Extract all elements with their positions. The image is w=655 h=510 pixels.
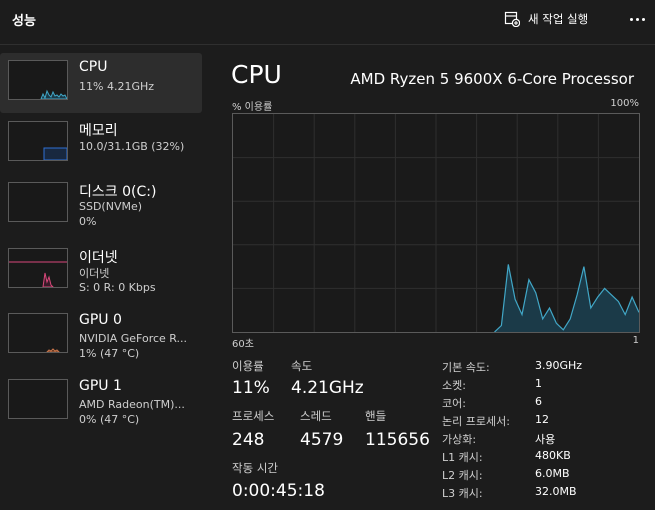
usage-label: 이용률 <box>232 359 264 373</box>
spec-key: 소켓: <box>442 379 466 392</box>
cpu-usage-area <box>494 264 639 332</box>
memory-mini-graph <box>8 121 68 161</box>
sidebar-item-detail: 이더넷 <box>79 267 110 280</box>
ethernet-mini-graph <box>8 248 68 288</box>
spec-value: 32.0MB <box>535 485 577 498</box>
sidebar-item-detail: 0% <box>79 215 97 228</box>
handles-label: 핸들 <box>365 409 387 423</box>
sidebar-item-gpu0[interactable]: GPU 0 NVIDIA GeForce R... 1% (47 °C) <box>0 306 202 366</box>
graph-y-label: % 이용률 <box>232 102 273 113</box>
spec-value: 1 <box>535 377 542 390</box>
sidebar-item-detail: S: 0 R: 0 Kbps <box>79 281 156 294</box>
spec-value: 사용 <box>535 433 556 446</box>
more-options-button[interactable] <box>626 9 648 29</box>
cpu-mini-graph <box>8 60 68 100</box>
threads-value: 4579 <box>300 430 344 450</box>
processes-label: 프로세스 <box>232 409 275 423</box>
sidebar-item-detail: 10.0/31.1GB (32%) <box>79 140 185 153</box>
sidebar-item-detail: 1% (47 °C) <box>79 347 140 360</box>
uptime-value: 0:00:45:18 <box>232 481 325 501</box>
handles-value: 115656 <box>365 430 430 450</box>
header: 성능 새 작업 실행 <box>0 0 655 45</box>
graph-y-max-label: 100% <box>610 98 639 109</box>
spec-key: 가상화: <box>442 433 477 446</box>
new-task-button[interactable]: 새 작업 실행 <box>504 10 588 28</box>
spec-key: 기본 속도: <box>442 361 490 374</box>
gpu1-mini-graph <box>8 379 68 419</box>
sidebar-item-label: CPU <box>79 59 108 75</box>
new-task-label: 새 작업 실행 <box>528 12 589 26</box>
spec-value: 480KB <box>535 449 571 462</box>
sidebar-item-disk[interactable]: 디스크 0(C:) SSD(NVMe) 0% <box>0 175 202 235</box>
uptime-label: 작동 시간 <box>232 461 278 475</box>
sidebar-item-label: 이더넷 <box>79 250 118 266</box>
more-dot-icon <box>641 17 645 21</box>
sidebar-item-detail: 0% (47 °C) <box>79 413 140 426</box>
spec-value: 6 <box>535 395 542 408</box>
speed-label: 속도 <box>291 359 313 373</box>
spec-value: 6.0MB <box>535 467 570 480</box>
speed-value: 4.21GHz <box>291 378 364 398</box>
sidebar-item-ethernet[interactable]: 이더넷 이더넷 S: 0 R: 0 Kbps <box>0 241 202 301</box>
graph-x-right-label: 1 <box>632 335 639 346</box>
sidebar-item-detail: 11% 4.21GHz <box>79 80 155 93</box>
gpu0-mini-graph <box>8 313 68 353</box>
new-task-icon <box>504 11 520 27</box>
spec-key: L2 캐시: <box>442 469 483 482</box>
sidebar-item-memory[interactable]: 메모리 10.0/31.1GB (32%) <box>0 114 202 174</box>
disk-mini-graph <box>8 182 68 222</box>
more-dot-icon <box>629 17 633 21</box>
threads-label: 스레드 <box>300 409 332 423</box>
processor-name: AMD Ryzen 5 9600X 6-Core Processor <box>350 70 634 88</box>
more-dot-icon <box>635 17 639 21</box>
spec-key: 논리 프로세서: <box>442 415 510 428</box>
spec-key: L1 캐시: <box>442 451 483 464</box>
page-title: 성능 <box>12 14 36 29</box>
sidebar-item-gpu1[interactable]: GPU 1 AMD Radeon(TM)... 0% (47 °C) <box>0 372 202 432</box>
spec-key: 코어: <box>442 397 466 410</box>
spec-value: 3.90GHz <box>535 359 583 372</box>
sidebar-item-label: 메모리 <box>79 123 118 139</box>
cpu-usage-graph <box>232 113 640 333</box>
spec-key: L3 캐시: <box>442 487 483 500</box>
graph-x-left-label: 60초 <box>232 339 254 350</box>
sidebar-item-label: 디스크 0(C:) <box>79 184 157 200</box>
main-title: CPU <box>231 60 282 89</box>
sidebar-item-label: GPU 1 <box>79 378 122 394</box>
processes-value: 248 <box>232 430 265 450</box>
usage-value: 11% <box>232 378 270 398</box>
sidebar-item-label: GPU 0 <box>79 312 122 328</box>
spec-value: 12 <box>535 413 549 426</box>
sidebar-item-cpu[interactable]: CPU 11% 4.21GHz <box>0 53 202 113</box>
sidebar-item-detail: AMD Radeon(TM)... <box>79 398 185 411</box>
sidebar-item-detail: SSD(NVMe) <box>79 200 143 213</box>
sidebar-item-detail: NVIDIA GeForce R... <box>79 332 188 345</box>
